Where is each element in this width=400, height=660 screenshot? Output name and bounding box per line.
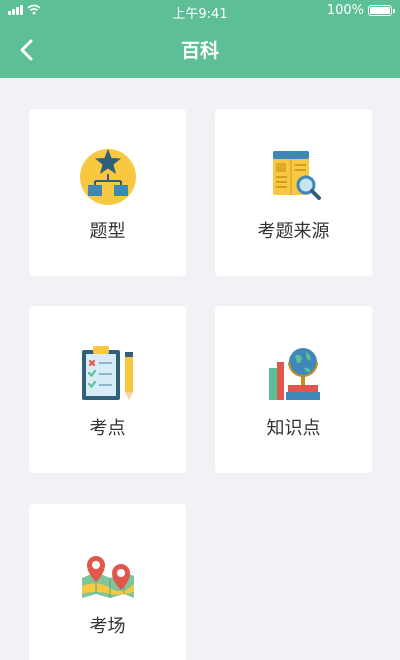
- document-search-icon: [272, 151, 321, 200]
- card-label: 题型: [89, 221, 126, 242]
- map-pins-icon: [81, 556, 134, 598]
- books-globe-icon: [268, 348, 320, 400]
- nav-bar: 百科: [0, 22, 400, 78]
- card-question-source[interactable]: 考题来源: [215, 109, 372, 276]
- card-exam-venue[interactable]: 考场: [29, 504, 186, 660]
- hierarchy-star-icon: [79, 149, 136, 205]
- card-label: 考题来源: [257, 221, 330, 242]
- card-knowledge-point[interactable]: 知识点: [215, 306, 372, 473]
- battery-percent: 100%: [326, 3, 364, 18]
- header: 上午9:41 100% 百科: [0, 0, 400, 78]
- checklist-pencil-icon: [81, 346, 133, 400]
- card-question-type[interactable]: 题型: [29, 109, 186, 276]
- card-exam-point[interactable]: 考点: [29, 306, 186, 473]
- card-label: 考点: [89, 418, 126, 439]
- card-label: 知识点: [266, 418, 321, 439]
- status-right: 100%: [326, 3, 395, 18]
- battery-icon: [368, 5, 395, 16]
- status-bar: 上午9:41 100%: [0, 0, 400, 22]
- page-title: 百科: [180, 40, 219, 62]
- card-label: 考场: [89, 616, 126, 637]
